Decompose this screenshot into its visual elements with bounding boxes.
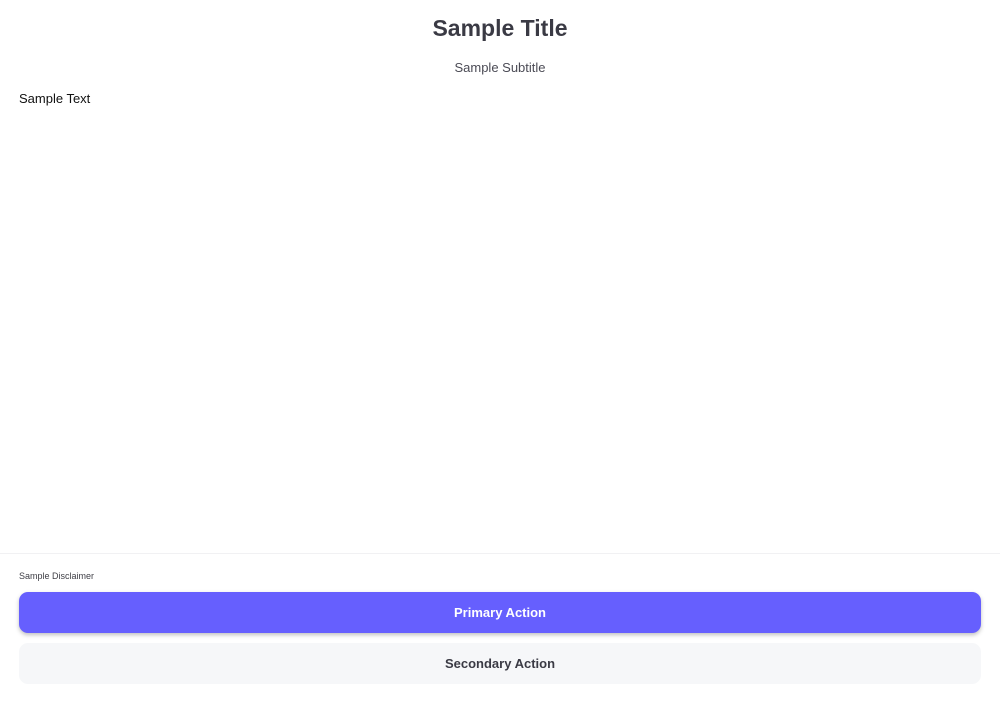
body-text: Sample Text	[19, 91, 91, 106]
header: Sample Title Sample Subtitle	[0, 0, 1000, 77]
page-title: Sample Title	[432, 15, 568, 41]
disclaimer-text: Sample Disclaimer	[19, 571, 95, 581]
secondary-action-button[interactable]: Secondary Action	[19, 643, 981, 684]
footer: Sample Disclaimer Primary Action Seconda…	[0, 553, 1000, 703]
primary-action-button[interactable]: Primary Action	[19, 592, 981, 633]
page: Sample Title Sample Subtitle Sample Text…	[0, 0, 1000, 703]
page-subtitle: Sample Subtitle	[454, 60, 546, 75]
